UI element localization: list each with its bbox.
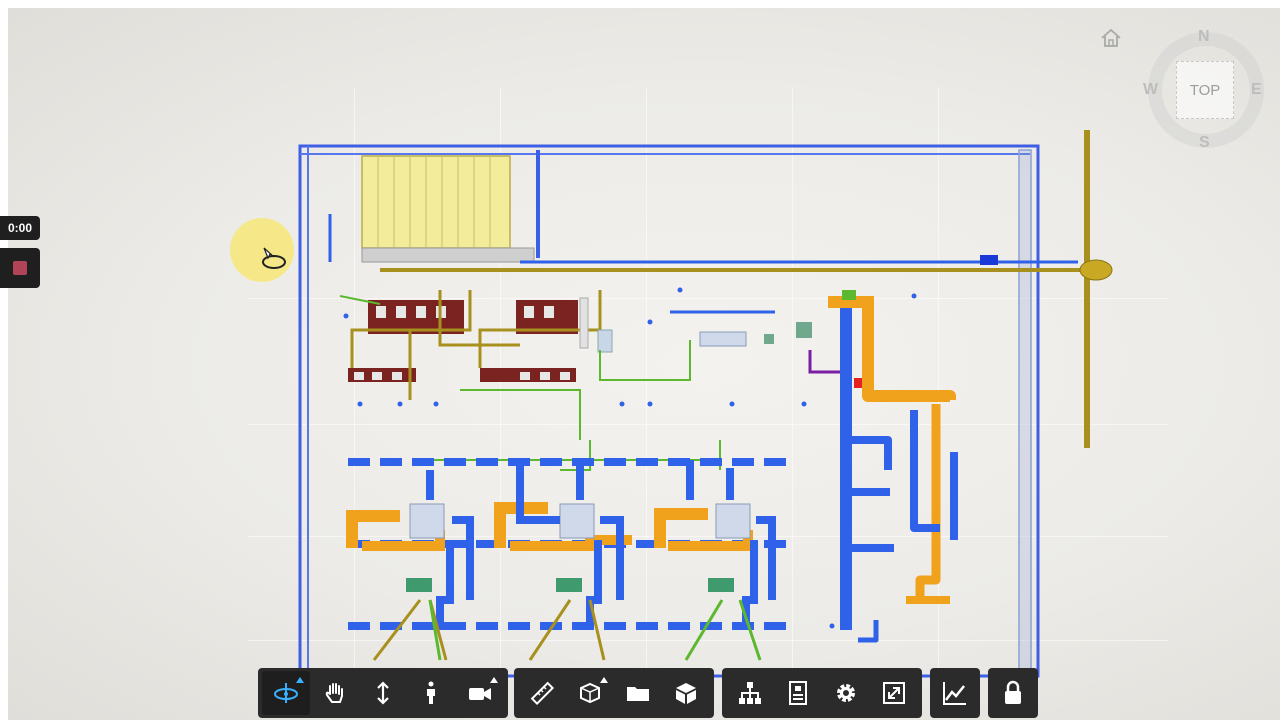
stop-recording-button[interactable] — [0, 248, 40, 288]
mid-right-equipment — [670, 310, 840, 374]
ruler-icon — [530, 681, 555, 706]
orbit-cursor-icon — [262, 247, 286, 269]
line-chart-icon — [943, 682, 966, 705]
measure-button[interactable] — [518, 671, 566, 715]
pump-skids — [348, 290, 613, 400]
zoom-button[interactable] — [359, 671, 407, 715]
toolbar-analysis-group — [514, 668, 714, 718]
stop-icon — [13, 261, 27, 275]
compass-north[interactable]: N — [1198, 28, 1210, 46]
lock-button[interactable] — [988, 671, 1038, 715]
settings-button[interactable] — [822, 671, 870, 715]
model-browser-button[interactable] — [662, 671, 710, 715]
toolbar-settings-group — [722, 668, 922, 718]
flyout-indicator — [600, 677, 608, 683]
first-person-button[interactable] — [407, 671, 455, 715]
structure-button[interactable] — [726, 671, 774, 715]
fullscreen-icon — [883, 682, 905, 704]
gold-pipe-mast — [1079, 130, 1113, 448]
pan-hand-icon — [325, 683, 343, 703]
zoom-vertical-arrows-icon — [377, 681, 389, 705]
gear-icon — [837, 684, 855, 702]
lock-icon — [1005, 680, 1021, 704]
pan-button[interactable] — [310, 671, 358, 715]
right-pipe-system — [828, 290, 958, 643]
section-button[interactable] — [566, 671, 614, 715]
camera-button[interactable] — [456, 671, 504, 715]
orbit-button[interactable] — [262, 671, 311, 715]
flyout-indicator — [296, 677, 305, 683]
home-icon[interactable] — [1100, 28, 1122, 48]
explode-button[interactable] — [614, 671, 662, 715]
flyout-indicator — [490, 677, 499, 683]
toolbar-charts-group — [930, 668, 980, 718]
section-box-icon — [580, 682, 600, 704]
recording-timer: 0:00 — [0, 216, 40, 240]
compass-east[interactable]: E — [1251, 81, 1262, 99]
properties-icon — [789, 681, 807, 705]
plant-model[interactable] — [0, 0, 1280, 720]
viewcube-top-face[interactable]: TOP — [1176, 61, 1234, 119]
tree-structure-icon — [739, 682, 761, 704]
folder-icon — [627, 687, 649, 701]
toolbar-lock-group — [988, 668, 1038, 718]
yellow-tank — [361, 150, 540, 263]
chart-button[interactable] — [930, 671, 980, 715]
camera-icon — [468, 688, 491, 700]
person-icon — [427, 681, 436, 704]
toolbar-navigation-group — [258, 668, 508, 718]
chiller-unit-1 — [346, 470, 474, 661]
compass-west[interactable]: W — [1143, 81, 1158, 99]
orbit-icon — [274, 683, 299, 703]
properties-button[interactable] — [774, 671, 822, 715]
cube-icon — [676, 683, 696, 704]
compass-south[interactable]: S — [1199, 134, 1210, 152]
fullscreen-button[interactable] — [870, 671, 918, 715]
